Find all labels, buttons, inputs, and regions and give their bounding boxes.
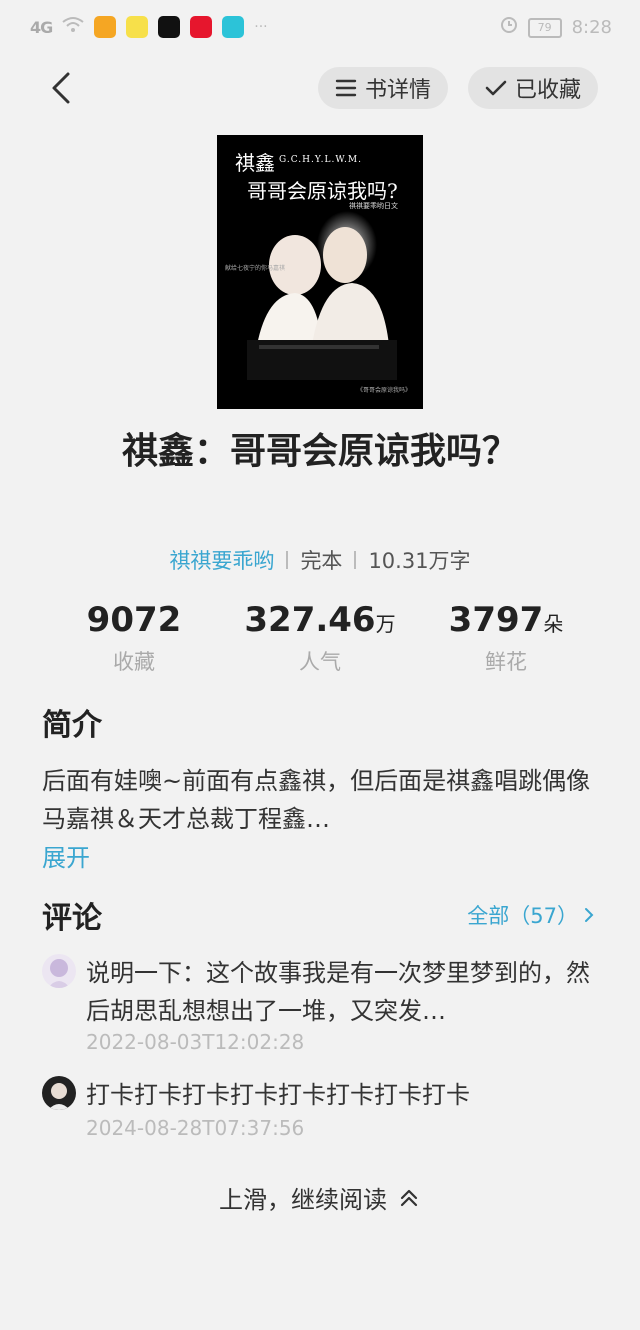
status-right: 79 8:28 [500,16,612,39]
stat-label: 人气 [299,650,341,674]
cover-title-sub: G.C.H.Y.L.W.M. [279,155,362,165]
intro-text: 后面有娃噢~前面有点鑫祺，但后面是祺鑫唱跳偶像马嘉祺＆天才总裁丁程鑫… [42,767,591,833]
comments-heading: 评论 [42,901,102,936]
stat-favorites: 9072 收藏 [34,600,234,676]
avatar[interactable] [42,1076,76,1110]
meta-divider [286,551,289,569]
continue-reading-label: 上滑，继续阅读 [219,1186,387,1214]
cover-side-text: 献给七夜宁的你马嘉祺 [225,265,286,272]
intro-heading: 简介 [42,708,102,743]
stat-value: 3797 [448,600,544,640]
app-notification-icon [158,16,181,38]
signal-indicator: 4G [30,17,53,37]
cover-tagline: 祺祺要乖哟日文 [349,202,398,210]
comment-text: 打卡打卡打卡打卡打卡打卡打卡打卡 [86,1081,470,1109]
comment-item[interactable]: 打卡打卡打卡打卡打卡打卡打卡打卡 2024-08-28T07:37:56 [42,1076,602,1148]
status-bar: 4G ··· 79 8:28 [0,0,640,56]
book-meta: 祺祺要乖哟 完本 10.31万字 [0,545,640,575]
all-comments-link[interactable]: 全部（57） [467,900,596,930]
favorited-button[interactable]: 已收藏 [468,67,598,109]
avatar[interactable] [42,954,76,988]
battery-icon: 79 [527,17,562,38]
book-title: 祺鑫：哥哥会原谅我吗？ [121,431,518,472]
more-notifications-icon: ··· [254,19,268,35]
chevron-left-icon [52,72,70,104]
comment-text: 说明一下：这个故事我是有一次梦里梦到的，然后胡思乱想想出了一堆，又突发… [86,959,590,1025]
book-detail-button[interactable]: 书详情 [318,67,448,109]
favorited-label: 已收藏 [514,78,581,103]
expand-button[interactable]: 展开 [42,838,90,873]
comment-time: 2024-08-28T07:37:56 [86,1116,305,1140]
author-link[interactable]: 祺祺要乖哟 [169,545,274,575]
app-notification-icon [222,16,245,38]
status-left: 4G ··· [30,16,268,38]
book-cover[interactable]: 祺鑫 G.C.H.Y.L.W.M. 哥哥会原谅我吗? 祺祺要乖哟日文 献给七夜宁… [217,135,423,409]
stat-value: 9072 [86,600,182,640]
double-chevron-up-icon [400,1189,418,1206]
stat-unit: 朵 [543,612,564,636]
stat-unit: 万 [375,612,396,636]
comment-time: 2022-08-03T12:02:28 [86,1030,305,1054]
all-comments-label: 全部（57） [467,904,578,928]
comment-item[interactable]: 说明一下：这个故事我是有一次梦里梦到的，然后胡思乱想想出了一堆，又突发… 202… [42,954,602,1064]
menu-icon [335,79,357,97]
stat-popularity: 327.46万 人气 [220,600,420,676]
stat-flowers: 3797朵 鲜花 [406,600,606,676]
weibo-icon [190,16,213,38]
cover-bottom-text: 《哥哥会原谅我吗》 [357,387,412,394]
cover-title-line2: 哥哥会原谅我吗? [247,179,398,203]
clock: 8:28 [571,17,612,38]
meta-divider [354,551,357,569]
stat-label: 收藏 [113,650,155,674]
cover-title-line1: 祺鑫 [235,151,275,175]
word-count: 10.31万字 [368,549,471,573]
back-button[interactable] [40,66,84,110]
continue-reading-button[interactable]: 上滑，继续阅读 [0,1180,640,1215]
app-notification-icon [94,16,117,38]
chevron-right-icon [585,908,594,922]
alarm-icon [500,16,518,39]
wifi-icon [62,16,84,38]
app-notification-icon [126,16,149,38]
stat-label: 鲜花 [485,650,527,674]
book-detail-label: 书详情 [364,78,431,103]
check-icon [485,80,507,96]
completion-status: 完本 [300,549,343,573]
stat-value: 327.46 [244,600,376,640]
